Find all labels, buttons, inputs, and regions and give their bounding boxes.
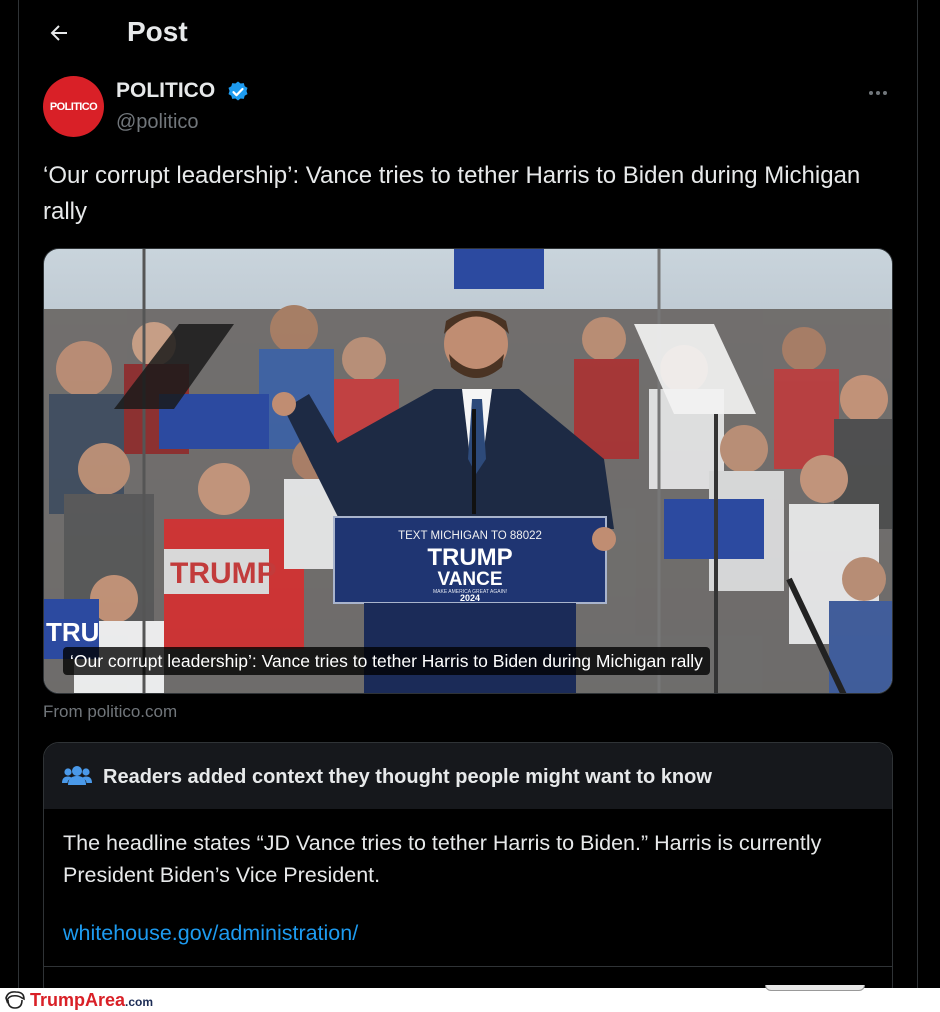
more-dot-icon xyxy=(869,91,873,95)
verified-badge-icon xyxy=(228,81,248,101)
watermark-text: TrumpArea.com xyxy=(30,989,153,1012)
post-text: ‘Our corrupt leadership’: Vance tries to… xyxy=(43,162,861,225)
crowd-sign-text: TRU xyxy=(46,617,99,647)
rally-photo: TRUMP TRU TEXT MICHIGAN TO 88022 TRUMP V… xyxy=(44,249,892,693)
more-options-button[interactable] xyxy=(862,80,894,106)
community-note: Readers added context they thought peopl… xyxy=(43,742,893,1002)
podium-text: TRUMP xyxy=(427,544,512,571)
more-dot-icon xyxy=(883,91,887,95)
community-note-header: Readers added context they thought peopl… xyxy=(44,743,892,809)
community-note-body: The headline states “JD Vance tries to t… xyxy=(63,831,822,887)
post-header: Post xyxy=(0,0,940,64)
watermark-tld: .com xyxy=(125,995,154,1009)
trump-hair-logo-icon xyxy=(5,991,25,1009)
community-note-link[interactable]: whitehouse.gov/administration/ xyxy=(63,917,358,949)
watermark-brand: TrumpArea xyxy=(30,990,126,1010)
watermark-strip: TrumpArea.com xyxy=(0,985,940,1012)
card-source[interactable]: From politico.com xyxy=(43,700,177,724)
podium-text: 2024 xyxy=(460,593,480,603)
divider xyxy=(44,966,892,967)
podium-text: TEXT MICHIGAN TO 88022 xyxy=(398,530,542,542)
avatar-label: POLITICO xyxy=(49,100,98,113)
author-handle[interactable]: @politico xyxy=(116,109,199,135)
community-note-title: Readers added context they thought peopl… xyxy=(103,766,712,788)
author-name[interactable]: POLITICO xyxy=(116,78,215,104)
crowd-sign-text: TRUMP xyxy=(170,557,277,590)
page-title: Post xyxy=(127,16,188,47)
avatar[interactable]: POLITICO xyxy=(43,76,104,137)
more-dot-icon xyxy=(876,91,880,95)
people-icon xyxy=(62,766,92,785)
arrow-left-icon xyxy=(50,25,67,41)
podium-text: VANCE xyxy=(437,569,502,590)
card-image-caption: ‘Our corrupt leadership’: Vance tries to… xyxy=(63,647,710,675)
back-button[interactable] xyxy=(40,14,78,50)
partial-button xyxy=(765,985,865,991)
link-card[interactable]: TRUMP TRU TEXT MICHIGAN TO 88022 TRUMP V… xyxy=(43,248,893,694)
